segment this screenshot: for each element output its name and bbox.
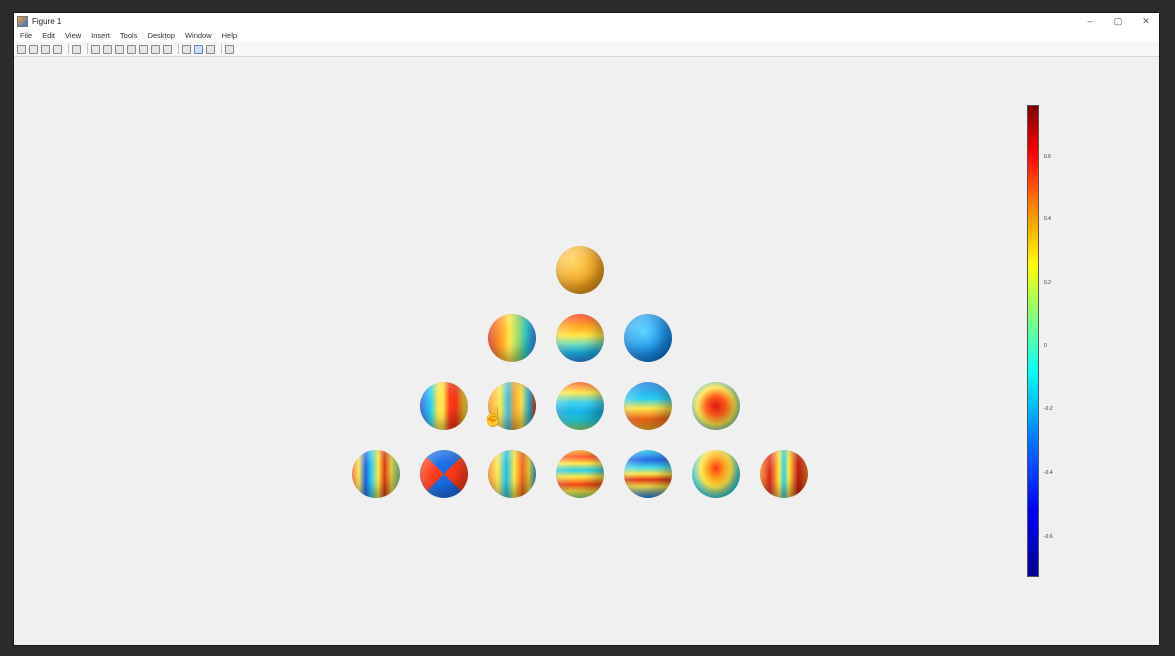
colorbar-tick-label: -0.4 <box>1044 470 1053 476</box>
open-icon[interactable] <box>29 44 38 54</box>
figure-toolbar <box>14 42 1159 57</box>
show-plot-tools-icon[interactable] <box>225 44 234 54</box>
zoom-in-icon[interactable] <box>91 44 100 54</box>
colorbar-tick-label: -0.2 <box>1044 406 1053 412</box>
colorbar-tick-label: 0.4 <box>1044 216 1051 222</box>
minimize-button[interactable]: – <box>1083 16 1097 26</box>
colorbar-tick-label: -0.6 <box>1044 534 1053 540</box>
colorbar-tick-label: 0.2 <box>1044 280 1051 286</box>
menu-bar: File Edit View Insert Tools Desktop Wind… <box>14 29 1159 42</box>
spherical-harmonic-sphere[interactable] <box>556 314 604 362</box>
menu-file[interactable]: File <box>20 31 32 40</box>
spherical-harmonic-sphere[interactable] <box>488 450 536 498</box>
spherical-harmonic-sphere[interactable] <box>624 382 672 430</box>
close-button[interactable]: ✕ <box>1139 16 1153 27</box>
spherical-harmonic-sphere[interactable] <box>488 314 536 362</box>
spherical-harmonic-sphere[interactable] <box>352 450 400 498</box>
figure-canvas[interactable]: 0.6 0.4 0.2 0 -0.2 -0.4 -0.6 <box>14 58 1159 645</box>
spherical-harmonic-sphere[interactable] <box>624 314 672 362</box>
toolbar-separator <box>87 44 88 54</box>
pan-icon[interactable] <box>115 44 124 54</box>
spherical-harmonic-sphere[interactable] <box>420 382 468 430</box>
toolbar-separator <box>68 44 69 54</box>
colorbar-tick-label: 0.6 <box>1044 154 1051 160</box>
spherical-harmonic-sphere[interactable] <box>556 450 604 498</box>
link-icon[interactable] <box>163 44 172 54</box>
spherical-harmonic-sphere[interactable] <box>556 382 604 430</box>
rotate-icon[interactable] <box>127 44 136 54</box>
hand-cursor-icon: ☝ <box>482 407 505 427</box>
maximize-button[interactable]: ▢ <box>1111 16 1125 27</box>
spherical-harmonic-sphere[interactable] <box>692 450 740 498</box>
spherical-harmonic-sphere[interactable] <box>556 246 604 294</box>
menu-desktop[interactable]: Desktop <box>147 31 175 40</box>
save-icon[interactable] <box>41 44 50 54</box>
window-controls: – ▢ ✕ <box>1083 13 1153 29</box>
figure-window: Figure 1 – ▢ ✕ File Edit View Insert Too… <box>14 13 1159 645</box>
edit-plot-icon[interactable] <box>72 44 81 54</box>
menu-view[interactable]: View <box>65 31 81 40</box>
menu-insert[interactable]: Insert <box>91 31 110 40</box>
brush-icon[interactable] <box>151 44 160 54</box>
toolbar-separator <box>221 44 222 54</box>
data-cursor-icon[interactable] <box>139 44 148 54</box>
menu-help[interactable]: Help <box>222 31 237 40</box>
matlab-figure-icon <box>17 15 28 27</box>
zoom-out-icon[interactable] <box>103 44 112 54</box>
insert-colorbar-icon[interactable] <box>182 44 191 54</box>
colorbar-tick-label: 0 <box>1044 343 1047 349</box>
colorbar[interactable]: 0.6 0.4 0.2 0 -0.2 -0.4 -0.6 <box>1027 105 1053 577</box>
menu-edit[interactable]: Edit <box>42 31 55 40</box>
print-icon[interactable] <box>53 44 62 54</box>
hide-plot-tools-icon[interactable] <box>206 44 215 54</box>
spherical-harmonic-sphere[interactable] <box>624 450 672 498</box>
new-figure-icon[interactable] <box>17 44 26 54</box>
window-title: Figure 1 <box>32 16 62 26</box>
menu-tools[interactable]: Tools <box>120 31 138 40</box>
menu-window[interactable]: Window <box>185 31 212 40</box>
spherical-harmonic-sphere[interactable] <box>760 450 808 498</box>
insert-legend-icon[interactable] <box>194 44 203 54</box>
title-bar[interactable]: Figure 1 – ▢ ✕ <box>14 13 1159 29</box>
toolbar-separator <box>178 44 179 54</box>
spherical-harmonic-sphere[interactable] <box>692 382 740 430</box>
spherical-harmonic-sphere[interactable] <box>420 450 468 498</box>
